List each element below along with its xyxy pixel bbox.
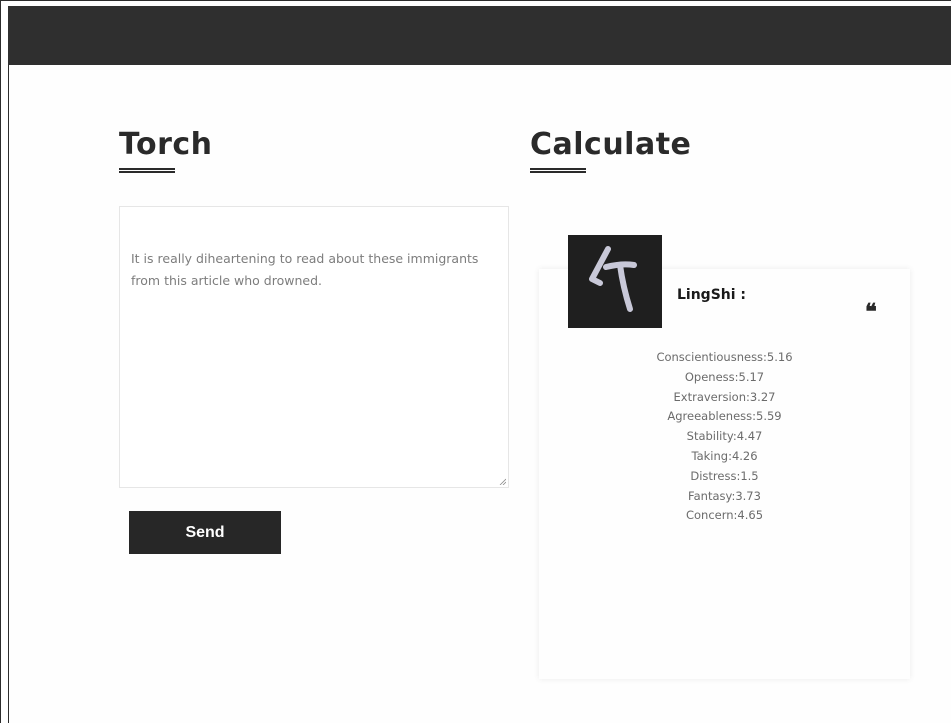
ling-shi-logo-icon bbox=[589, 246, 637, 312]
metric-fantasy: Fantasy:3.73 bbox=[688, 488, 761, 503]
page-frame: Torch It is really diheartening to read … bbox=[0, 0, 951, 723]
metric-distress: Distress:1.5 bbox=[690, 468, 759, 483]
metric-agreeableness: Agreeableness:5.59 bbox=[667, 409, 782, 424]
top-navbar bbox=[8, 6, 951, 65]
metric-taking: Taking:4.26 bbox=[691, 448, 758, 463]
card-author-name: LingShi : bbox=[677, 287, 747, 303]
calculate-title: Calculate bbox=[530, 127, 692, 162]
torch-title-underline bbox=[119, 168, 175, 173]
message-textarea-value[interactable]: It is really diheartening to read about … bbox=[131, 248, 491, 292]
quote-icon: ❝ bbox=[865, 299, 877, 325]
metric-extraversion: Extraversion:3.27 bbox=[673, 389, 776, 404]
message-textarea[interactable]: It is really diheartening to read about … bbox=[119, 206, 509, 488]
calculate-title-underline bbox=[530, 168, 586, 173]
avatar bbox=[568, 235, 662, 328]
resize-handle-icon[interactable] bbox=[499, 478, 506, 485]
metrics-list: Conscientiousness:5.16 Openess:5.17 Extr… bbox=[539, 348, 910, 526]
page-border bbox=[8, 65, 9, 723]
send-button[interactable]: Send bbox=[129, 511, 281, 554]
metric-stability: Stability:4.47 bbox=[686, 429, 763, 444]
metric-conscientiousness: Conscientiousness:5.16 bbox=[656, 350, 793, 364]
torch-title: Torch bbox=[119, 127, 213, 162]
metric-openess: Openess:5.17 bbox=[684, 369, 765, 384]
metric-concern: Concern:4.65 bbox=[685, 508, 764, 523]
